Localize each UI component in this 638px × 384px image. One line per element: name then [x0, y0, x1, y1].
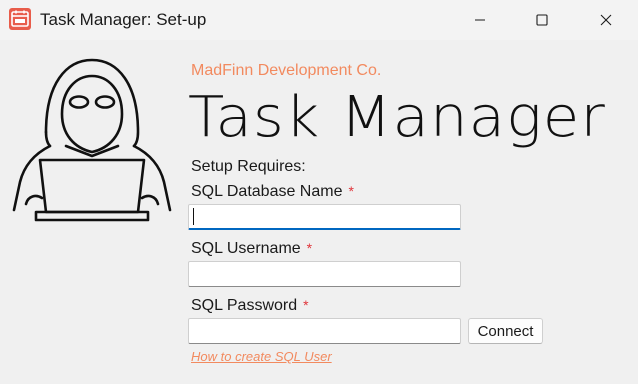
database-name-label: SQL Database Name *: [191, 181, 354, 202]
maximize-button[interactable]: [514, 0, 570, 40]
window-title: Task Manager: Set-up: [40, 10, 207, 29]
password-input[interactable]: [188, 318, 461, 344]
required-marker: *: [348, 183, 354, 199]
username-label-text: SQL Username: [191, 240, 301, 257]
app-title: Task Manager: [188, 85, 606, 150]
connect-button[interactable]: Connect: [468, 318, 543, 344]
company-name: MadFinn Development Co.: [191, 62, 382, 79]
close-button[interactable]: [578, 0, 634, 40]
close-icon: [600, 14, 612, 26]
setup-heading: Setup Requires:: [191, 158, 306, 175]
username-label: SQL Username *: [191, 238, 312, 259]
calendar-task-icon: [9, 8, 31, 30]
maximize-icon: [536, 14, 548, 26]
hooded-hacker-laptop-icon: [12, 58, 172, 222]
minimize-icon: [475, 19, 485, 21]
username-input[interactable]: [188, 261, 461, 287]
text-caret: [193, 208, 194, 225]
title-bar[interactable]: Task Manager: Set-up: [0, 0, 638, 40]
setup-window: Task Manager: Set-up MadFinn Development…: [0, 0, 638, 384]
required-marker: *: [306, 240, 313, 256]
help-link[interactable]: How to create SQL User: [191, 349, 332, 364]
required-marker: *: [303, 297, 309, 313]
database-name-input[interactable]: [188, 204, 461, 230]
database-name-label-text: SQL Database Name: [191, 183, 343, 200]
password-label: SQL Password *: [191, 295, 309, 316]
minimize-button[interactable]: [452, 0, 508, 40]
password-label-text: SQL Password: [191, 297, 298, 314]
